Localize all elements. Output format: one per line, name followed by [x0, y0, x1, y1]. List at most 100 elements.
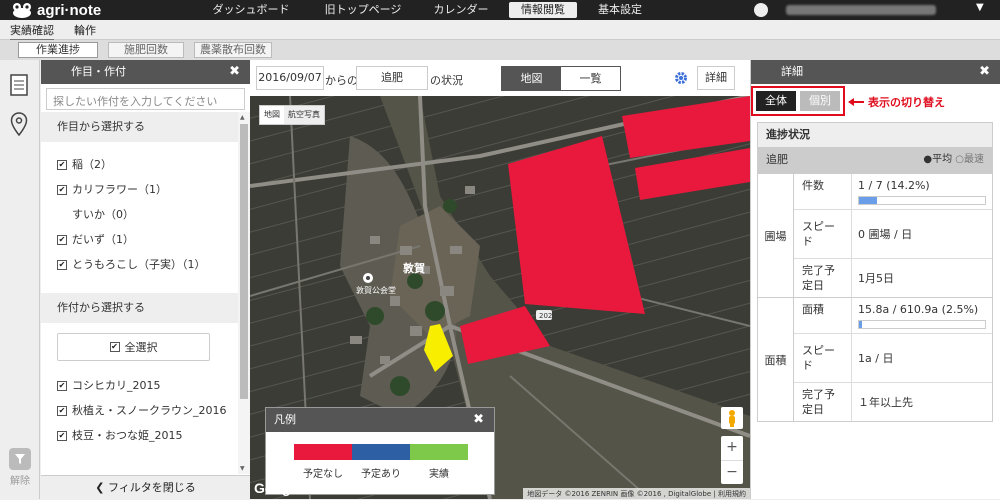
map-type-toggle: 地図 航空写真 — [259, 105, 325, 125]
scroll-down-icon[interactable]: ▼ — [240, 465, 245, 472]
pegman-icon[interactable] — [721, 407, 743, 429]
nav-info[interactable]: 情報閲覧 — [509, 2, 577, 18]
tab-rotation[interactable]: 輪作 — [74, 22, 96, 38]
planting-checkbox[interactable]: ✔ — [57, 405, 67, 416]
planting-item[interactable]: ✔ 秋植え・スノークラウン_2016 — [41, 398, 238, 423]
nav-calendar[interactable]: カレンダー — [426, 2, 496, 18]
progress-groups: 圃場 件数 1 / 7 (14.2%) スピード 0 圃場 / 日完了予定日 1月5日 面積… — [758, 173, 992, 421]
progress-row: 完了予定日 １年以上先 — [794, 383, 992, 421]
mode-each-button[interactable]: 個別 — [800, 91, 840, 111]
document-icon[interactable] — [10, 74, 28, 96]
legend-label-planned: 予定あり — [361, 469, 401, 480]
select-all-button[interactable]: ✔ 全選択 — [57, 333, 210, 361]
annotation-text: 表示の切り替え — [868, 96, 945, 109]
view-toggle: 地図 一覧 — [501, 66, 621, 91]
scrollbar[interactable]: ▲ ▼ — [238, 112, 250, 474]
planting-list: ✔ コシヒカリ_2015 ✔ 秋植え・スノークラウン_2016 ✔ 枝豆・おつな姫_201… — [41, 373, 238, 448]
map-pin-icon[interactable] — [10, 112, 28, 136]
crop-checkbox[interactable]: ✔ — [57, 259, 67, 270]
zoom-in-button[interactable]: + — [721, 436, 743, 460]
top-bar: agri·note ダッシュボード 旧トップページ カレンダー 情報閲覧 基本設… — [0, 0, 1000, 20]
progress-row: 件数 1 / 7 (14.2%) — [794, 174, 992, 210]
app-logo[interactable]: agri·note — [12, 1, 101, 19]
row-key: 完了予定日 — [794, 383, 852, 421]
legend-swatch-done — [410, 444, 468, 460]
select-all-checkbox[interactable]: ✔ — [109, 342, 120, 352]
progress-row: スピード 0 圃場 / 日 — [794, 210, 992, 259]
chevron-down-icon[interactable]: ▼ — [976, 2, 984, 13]
crop-item[interactable]: ✔ とうもろこし（子実）（1） — [41, 252, 238, 277]
crop-checkbox[interactable]: ✔ — [57, 184, 67, 195]
map-type-aerial[interactable]: 航空写真 — [284, 106, 324, 124]
scroll-up-icon[interactable]: ▲ — [240, 114, 245, 121]
radio-avg[interactable]: ●平均 — [923, 154, 952, 165]
work-select[interactable]: 追肥 — [356, 66, 428, 90]
display-mode-toggle: 全体 個別 — [751, 86, 845, 116]
detail-close-icon[interactable]: ✖ — [979, 60, 990, 84]
detail-button[interactable]: 詳細 — [697, 66, 735, 90]
legend-label-none: 予定なし — [303, 469, 343, 480]
nav-old-top[interactable]: 旧トップページ — [316, 2, 410, 18]
google-logo: Google — [254, 480, 303, 496]
planting-checkbox[interactable]: ✔ — [57, 430, 67, 441]
tab-results[interactable]: 実績確認 — [10, 22, 54, 41]
tab-pesticide-count[interactable]: 農薬散布回数 — [194, 42, 272, 58]
crop-checkbox[interactable]: ✔ — [57, 234, 67, 245]
row-value: 1a / 日 — [858, 351, 894, 365]
view-list-button[interactable]: 一覧 — [561, 67, 620, 90]
map-type-map[interactable]: 地図 — [260, 106, 284, 124]
crop-label: 稲（2） — [72, 158, 112, 171]
close-icon[interactable]: ✖ — [229, 60, 240, 84]
from-label: からの — [325, 74, 358, 87]
crop-checkbox[interactable]: ✔ — [57, 159, 67, 170]
close-filter-button[interactable]: ❮ フィルタを閉じる — [41, 475, 250, 499]
row-key: スピード — [794, 210, 852, 258]
map-poi-label: 敦賀公会堂 — [356, 285, 396, 295]
view-map-button[interactable]: 地図 — [502, 67, 561, 90]
map-attribution[interactable]: 地図データ ©2016 ZENRIN 画像 ©2016 , DigitalGlo… — [523, 488, 750, 499]
status-label: の状況 — [430, 74, 463, 87]
radio-fast[interactable]: ○最速 — [955, 154, 984, 165]
crop-item[interactable]: ✔ カリフラワー（1） — [41, 177, 238, 202]
legend-swatch-none — [294, 444, 352, 460]
detail-title: 詳細 — [781, 65, 803, 78]
section-crop-type: 作目から選択する — [41, 112, 238, 142]
legend-labels: 予定なし 予定あり 実績 — [294, 465, 468, 480]
group-label: 圃場 — [758, 174, 794, 297]
progress-work-row: 追肥 ●平均 ○最速 — [758, 147, 992, 173]
user-name-redacted[interactable] — [786, 5, 936, 15]
row-value: 0 圃場 / 日 — [858, 227, 913, 241]
scroll-thumb[interactable] — [240, 124, 248, 399]
crop-item[interactable]: ✔ 稲（2） — [41, 152, 238, 177]
crop-item[interactable]: ✔ だいず（1） — [41, 227, 238, 252]
tabs-level1: 実績確認 輪作 — [0, 20, 1000, 41]
arrow-left-icon — [848, 98, 864, 106]
release-filter-button[interactable]: 解除 — [4, 448, 36, 487]
date-input[interactable]: 2016/09/07 — [256, 66, 324, 90]
nav-settings[interactable]: 基本設定 — [590, 2, 650, 18]
legend-close-icon[interactable]: ✖ — [473, 408, 484, 432]
tab-work-progress[interactable]: 作業進捗 — [18, 42, 98, 58]
progress-table: 進捗状況 追肥 ●平均 ○最速 圃場 件数 1 / 7 (14.2%) スピード 0 圃… — [757, 122, 993, 422]
logo-text: agri·note — [37, 1, 102, 19]
left-rail — [0, 60, 40, 499]
tab-fertilizer-count[interactable]: 施肥回数 — [108, 42, 184, 58]
nav-dashboard[interactable]: ダッシュボード — [205, 2, 297, 18]
planting-label: 秋植え・スノークラウン_2016 — [72, 404, 227, 417]
gear-icon[interactable] — [674, 71, 688, 85]
mode-all-button[interactable]: 全体 — [756, 91, 796, 111]
satellite-map[interactable]: 敦賀 敦賀公会堂 202 地図 航空写真 凡例 ✖ 予定なし 予定あり 実績 G… — [250, 96, 750, 499]
row-value: 15.8a / 610.9a (2.5%) — [858, 303, 979, 316]
user-avatar-icon[interactable] — [754, 3, 768, 17]
zoom-out-button[interactable]: − — [721, 460, 743, 484]
planting-item[interactable]: ✔ 枝豆・おつな姫_2015 — [41, 423, 238, 448]
planting-label: コシヒカリ_2015 — [72, 379, 161, 392]
planting-checkbox[interactable]: ✔ — [57, 380, 67, 391]
row-value: 1 / 7 (14.2%) — [858, 179, 930, 192]
crop-label: とうもろこし（子実）（1） — [72, 258, 206, 271]
speed-mode-radios: ●平均 ○最速 — [923, 147, 984, 173]
select-all-label: 全選択 — [124, 341, 158, 354]
crop-item[interactable]: すいか（0） — [41, 202, 238, 227]
crop-search-input[interactable]: 探したい作付を入力してください — [46, 88, 245, 110]
planting-item[interactable]: ✔ コシヒカリ_2015 — [41, 373, 238, 398]
